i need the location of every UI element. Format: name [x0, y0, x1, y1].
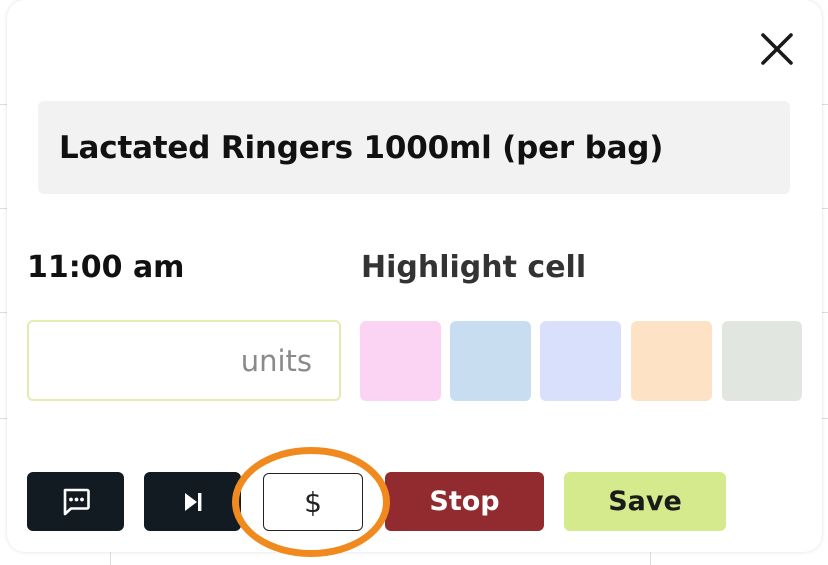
dollar-icon: $: [304, 485, 322, 519]
highlight-cell-label: Highlight cell: [361, 250, 587, 285]
time-label: 11:00 am: [27, 250, 185, 285]
stop-button-label: Stop: [429, 486, 500, 517]
medication-title-box: Lactated Ringers 1000ml (per bag): [38, 101, 790, 194]
units-input[interactable]: [27, 320, 341, 401]
highlight-swatch-gray-green[interactable]: [722, 321, 802, 401]
highlight-swatch-pink[interactable]: [360, 321, 441, 401]
save-button[interactable]: Save: [564, 472, 726, 531]
highlight-swatch-blue[interactable]: [450, 321, 531, 401]
comment-button[interactable]: [27, 472, 124, 531]
comment-icon: [63, 488, 90, 515]
highlight-swatch-peach[interactable]: [631, 321, 712, 401]
close-icon: [761, 33, 793, 65]
close-button[interactable]: [759, 31, 795, 67]
stop-button[interactable]: Stop: [385, 472, 544, 531]
billing-button[interactable]: $: [263, 473, 363, 531]
medication-title: Lactated Ringers 1000ml (per bag): [59, 129, 664, 166]
highlight-swatch-lavender[interactable]: [540, 321, 621, 401]
save-button-label: Save: [608, 486, 682, 517]
skip-next-icon: [184, 492, 201, 511]
skip-button[interactable]: [144, 472, 241, 531]
